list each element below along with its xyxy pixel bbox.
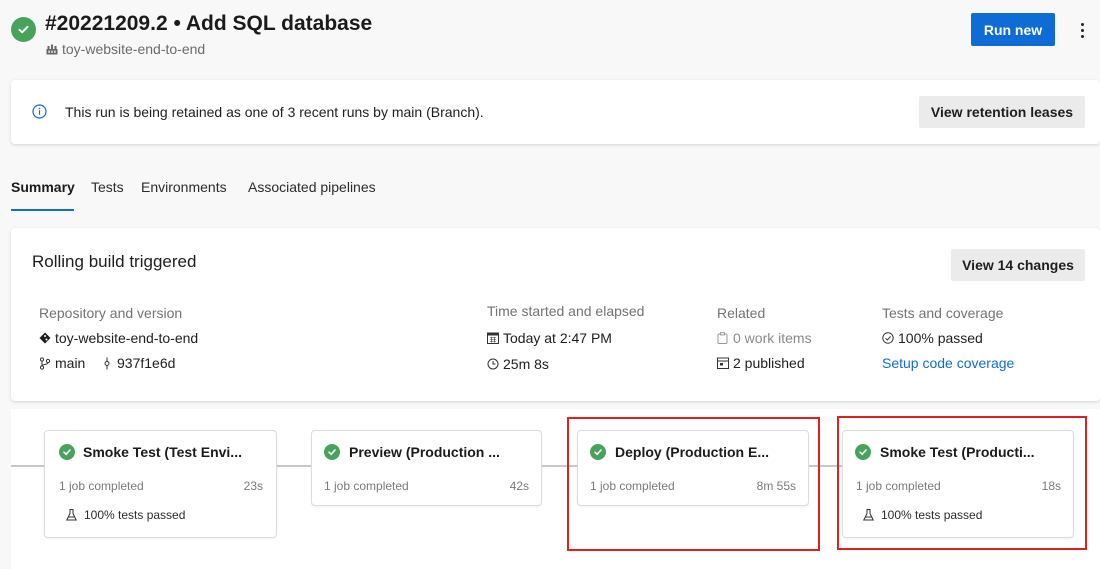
tab-associated-pipelines[interactable]: Associated pipelines: [248, 179, 376, 195]
retention-message: This run is being retained as one of 3 r…: [65, 104, 484, 120]
branch-icon: [38, 356, 51, 370]
stage-jobs: 1 job completed: [856, 479, 941, 493]
start-time-value: Today at 2:47 PM: [503, 330, 612, 346]
pipeline-name: toy-website-end-to-end: [62, 41, 206, 57]
run-new-button[interactable]: Run new: [971, 13, 1055, 46]
time-label: Time started and elapsed: [487, 303, 645, 319]
view-changes-button[interactable]: View 14 changes: [951, 249, 1085, 281]
stage-success-icon: [590, 444, 606, 460]
repository-label: Repository and version: [39, 305, 183, 321]
work-item-icon: [716, 332, 729, 345]
stage-duration: 18s: [1041, 479, 1061, 493]
commit-icon: [100, 357, 113, 370]
more-vertical-icon[interactable]: [1072, 18, 1092, 42]
stage-card-preview-production[interactable]: [311, 430, 542, 506]
stage-name: Deploy (Production E...: [615, 444, 770, 460]
branch-link[interactable]: main: [38, 355, 85, 371]
stage-tests[interactable]: 100% tests passed: [65, 508, 185, 522]
tab-environments[interactable]: Environments: [141, 179, 227, 195]
trigger-title: Rolling build triggered: [32, 252, 197, 271]
stage-connector: [11, 465, 45, 467]
stage-tests[interactable]: 100% tests passed: [862, 508, 982, 522]
start-time: Today at 2:47 PM: [486, 330, 612, 346]
run-title: #20221209.2 • Add SQL database: [45, 12, 373, 35]
stage-connector: [276, 465, 311, 467]
setup-code-coverage-link[interactable]: Setup code coverage: [882, 355, 1014, 371]
stage-tests-value: 100% tests passed: [84, 508, 186, 522]
stage-jobs: 1 job completed: [59, 479, 144, 493]
stage-name: Preview (Production ...: [349, 444, 500, 460]
flask-icon: [862, 509, 875, 522]
stage-duration: 23s: [243, 479, 263, 493]
commit-link[interactable]: 937f1e6d: [100, 355, 175, 371]
tests-passed-value: 100% passed: [898, 330, 983, 346]
tab-tests[interactable]: Tests: [91, 179, 124, 195]
commit-hash: 937f1e6d: [117, 355, 176, 371]
git-repo-icon: [38, 332, 51, 345]
work-items: 0 work items: [716, 330, 812, 346]
stage-jobs: 1 job completed: [324, 479, 409, 493]
calendar-icon: [486, 332, 499, 345]
stage-success-icon: [59, 444, 75, 460]
run-status-success-icon: [11, 17, 36, 42]
stage-duration: 42s: [509, 479, 529, 493]
info-icon: [32, 104, 47, 119]
tests-coverage-label: Tests and coverage: [882, 305, 1004, 321]
work-items-value: 0 work items: [733, 330, 812, 346]
active-tab-indicator: [11, 209, 74, 211]
published-value: 2 published: [733, 355, 805, 371]
check-circle-icon: [881, 332, 894, 345]
artifact-icon: [716, 357, 729, 370]
published-artifacts-link[interactable]: 2 published: [716, 355, 805, 371]
flask-icon: [65, 509, 78, 522]
branch-name: main: [55, 355, 86, 371]
repository-link[interactable]: toy-website-end-to-end: [38, 330, 198, 346]
repository-name: toy-website-end-to-end: [55, 330, 199, 346]
stage-card-deploy-production[interactable]: [577, 430, 809, 506]
stage-name: Smoke Test (Test Envi...: [83, 444, 242, 460]
view-retention-leases-button[interactable]: View retention leases: [919, 96, 1085, 128]
stage-jobs: 1 job completed: [590, 479, 675, 493]
stage-tests-value: 100% tests passed: [881, 508, 983, 522]
stage-success-icon: [855, 444, 871, 460]
stage-name: Smoke Test (Producti...: [880, 444, 1035, 460]
tab-summary[interactable]: Summary: [11, 179, 75, 195]
elapsed-time: 25m 8s: [486, 356, 549, 372]
pipeline-icon: [45, 43, 58, 56]
clock-icon: [486, 358, 499, 371]
pipeline-link[interactable]: toy-website-end-to-end: [45, 41, 205, 57]
tests-passed[interactable]: 100% passed: [881, 330, 983, 346]
elapsed-time-value: 25m 8s: [503, 356, 549, 372]
stage-duration: 8m 55s: [756, 479, 796, 493]
stage-success-icon: [324, 444, 340, 460]
related-label: Related: [717, 305, 766, 321]
